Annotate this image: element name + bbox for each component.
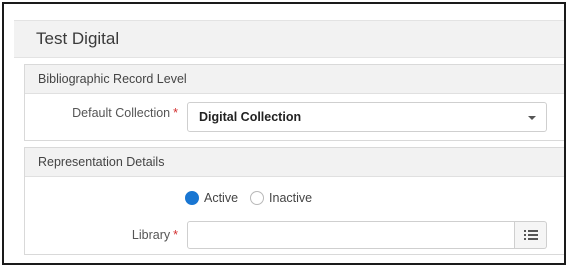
window-frame: Test Digital Bibliographic Record Level … — [2, 2, 566, 265]
library-input[interactable] — [187, 221, 515, 249]
default-collection-select[interactable]: Digital Collection — [187, 102, 547, 132]
page-title: Test Digital — [36, 29, 120, 48]
required-mark: * — [173, 228, 178, 242]
status-radio-group: Active Inactive — [185, 191, 324, 205]
library-picker-button[interactable] — [515, 221, 547, 249]
default-collection-label: Default Collection * — [25, 106, 178, 120]
default-collection-label-text: Default Collection — [72, 106, 171, 120]
radio-active[interactable]: Active — [185, 191, 238, 205]
required-mark: * — [173, 106, 178, 120]
page-header: Test Digital — [14, 20, 564, 58]
radio-inactive-dot[interactable] — [250, 191, 265, 205]
section-header-representation: Representation Details — [25, 148, 564, 177]
library-label: Library * — [25, 228, 178, 242]
bibliographic-record-section: Bibliographic Record Level Default Colle… — [24, 64, 564, 141]
chevron-down-icon — [528, 116, 536, 120]
list-icon — [523, 230, 538, 240]
radio-active-label: Active — [204, 191, 239, 205]
radio-inactive-label: Inactive — [269, 191, 313, 205]
radio-active-dot[interactable] — [185, 191, 199, 205]
default-collection-value: Digital Collection — [199, 110, 302, 124]
radio-inactive[interactable]: Inactive — [250, 191, 312, 205]
representation-details-section: Representation Details Active Inactive L… — [24, 147, 564, 255]
library-label-text: Library — [131, 228, 171, 242]
section-header-bibliographic: Bibliographic Record Level — [25, 65, 564, 94]
